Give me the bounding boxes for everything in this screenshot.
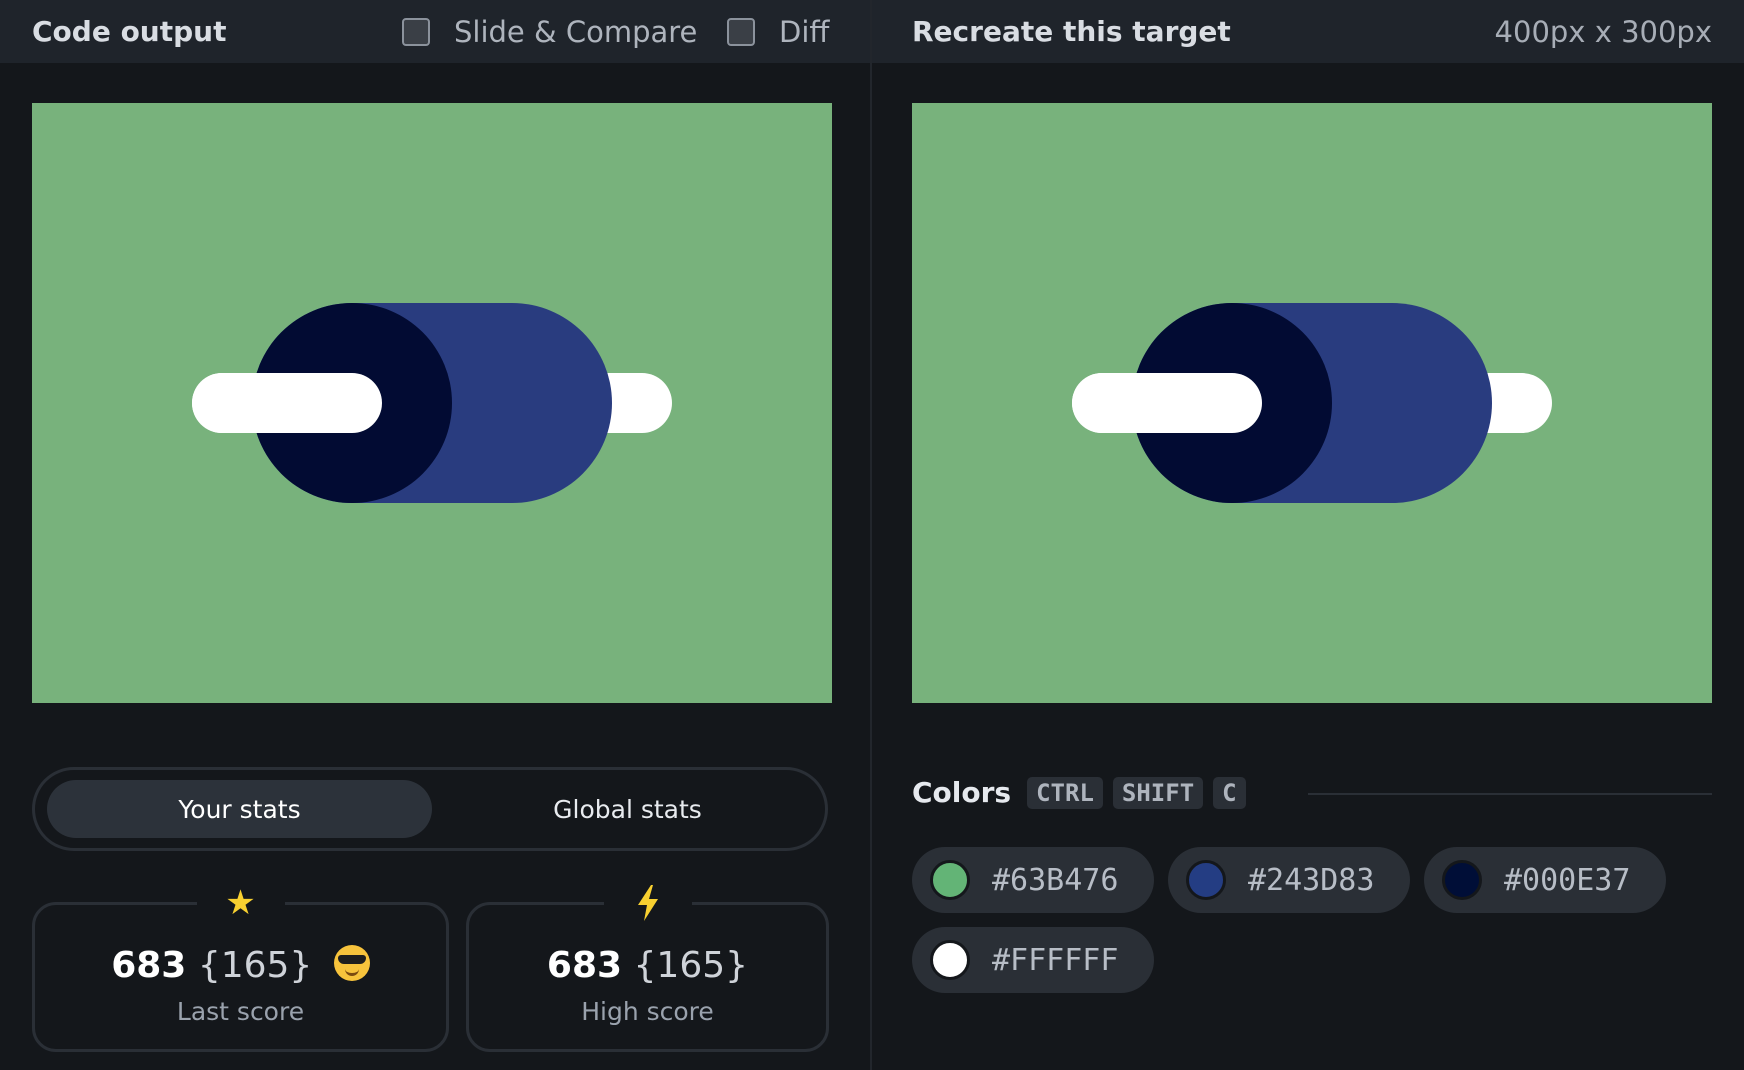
last-score-number: 683 xyxy=(111,945,187,986)
tab-global-stats[interactable]: Global stats xyxy=(435,780,820,838)
swatch-hex: #243D83 xyxy=(1248,862,1375,898)
code-output-render xyxy=(32,103,832,703)
color-swatch[interactable]: #000E37 xyxy=(1424,847,1666,913)
last-score-card: ★ 683 {165} Last score xyxy=(32,883,449,1052)
target-canvas[interactable] xyxy=(912,103,1712,703)
last-score-value: 683 {165} xyxy=(35,945,446,986)
slide-compare-checkbox[interactable] xyxy=(402,17,430,46)
code-output-title: Code output xyxy=(32,15,227,48)
kbd-shift: SHIFT xyxy=(1112,776,1204,809)
swatch-hex: #63B476 xyxy=(992,862,1119,898)
target-render xyxy=(912,103,1712,703)
target-panel: Recreate this target 400px x 300px Color… xyxy=(872,0,1744,1070)
high-score-value: 683 {165} xyxy=(469,945,826,986)
high-score-card: 683 {165} High score xyxy=(466,883,829,1052)
slide-compare-label[interactable]: Slide & Compare xyxy=(454,15,697,49)
kbd-c: C xyxy=(1213,776,1246,809)
smiling-face-with-sunglasses-icon xyxy=(333,945,370,981)
target-dimensions: 400px x 300px xyxy=(1494,14,1712,49)
diff-label[interactable]: Diff xyxy=(779,15,829,49)
slide-compare-toggle[interactable]: Slide & Compare xyxy=(402,15,697,49)
colors-title: Colors xyxy=(912,776,1012,809)
swatch-hex: #FFFFFF xyxy=(992,942,1119,978)
lightning-icon xyxy=(603,883,692,923)
color-swatch[interactable]: #243D83 xyxy=(1168,847,1410,913)
swatch-dot xyxy=(930,860,970,900)
high-score-label: High score xyxy=(581,997,714,1026)
color-swatch[interactable]: #FFFFFF xyxy=(912,927,1154,993)
tab-your-stats[interactable]: Your stats xyxy=(47,780,432,838)
swatch-dot xyxy=(1442,860,1482,900)
colors-divider xyxy=(1308,793,1712,795)
stats-toggle: Your stats Global stats xyxy=(32,767,828,851)
last-score-label: Last score xyxy=(176,997,305,1026)
swatch-hex: #000E37 xyxy=(1504,862,1631,898)
star-icon: ★ xyxy=(196,883,285,923)
diff-toggle[interactable]: Diff xyxy=(727,15,829,49)
code-output-panel: Code output Slide & Compare Diff Your st… xyxy=(0,0,870,1070)
high-score-number: 683 xyxy=(546,945,623,986)
target-title: Recreate this target xyxy=(912,15,1231,48)
last-score-chars: {165} xyxy=(197,945,313,986)
target-white-bar-front xyxy=(1072,373,1262,433)
target-header: Recreate this target 400px x 300px xyxy=(872,0,1744,63)
code-output-canvas[interactable] xyxy=(32,103,832,703)
swatch-dot xyxy=(930,940,970,980)
white-bar-front xyxy=(192,373,382,433)
high-score-chars: {165} xyxy=(633,945,749,986)
code-output-header: Code output Slide & Compare Diff xyxy=(0,0,870,63)
kbd-ctrl: CTRL xyxy=(1027,776,1103,809)
color-swatch[interactable]: #63B476 xyxy=(912,847,1154,913)
swatch-dot xyxy=(1186,860,1226,900)
diff-checkbox[interactable] xyxy=(727,17,755,46)
colors-heading: Colors CTRL SHIFT C xyxy=(912,776,1246,809)
